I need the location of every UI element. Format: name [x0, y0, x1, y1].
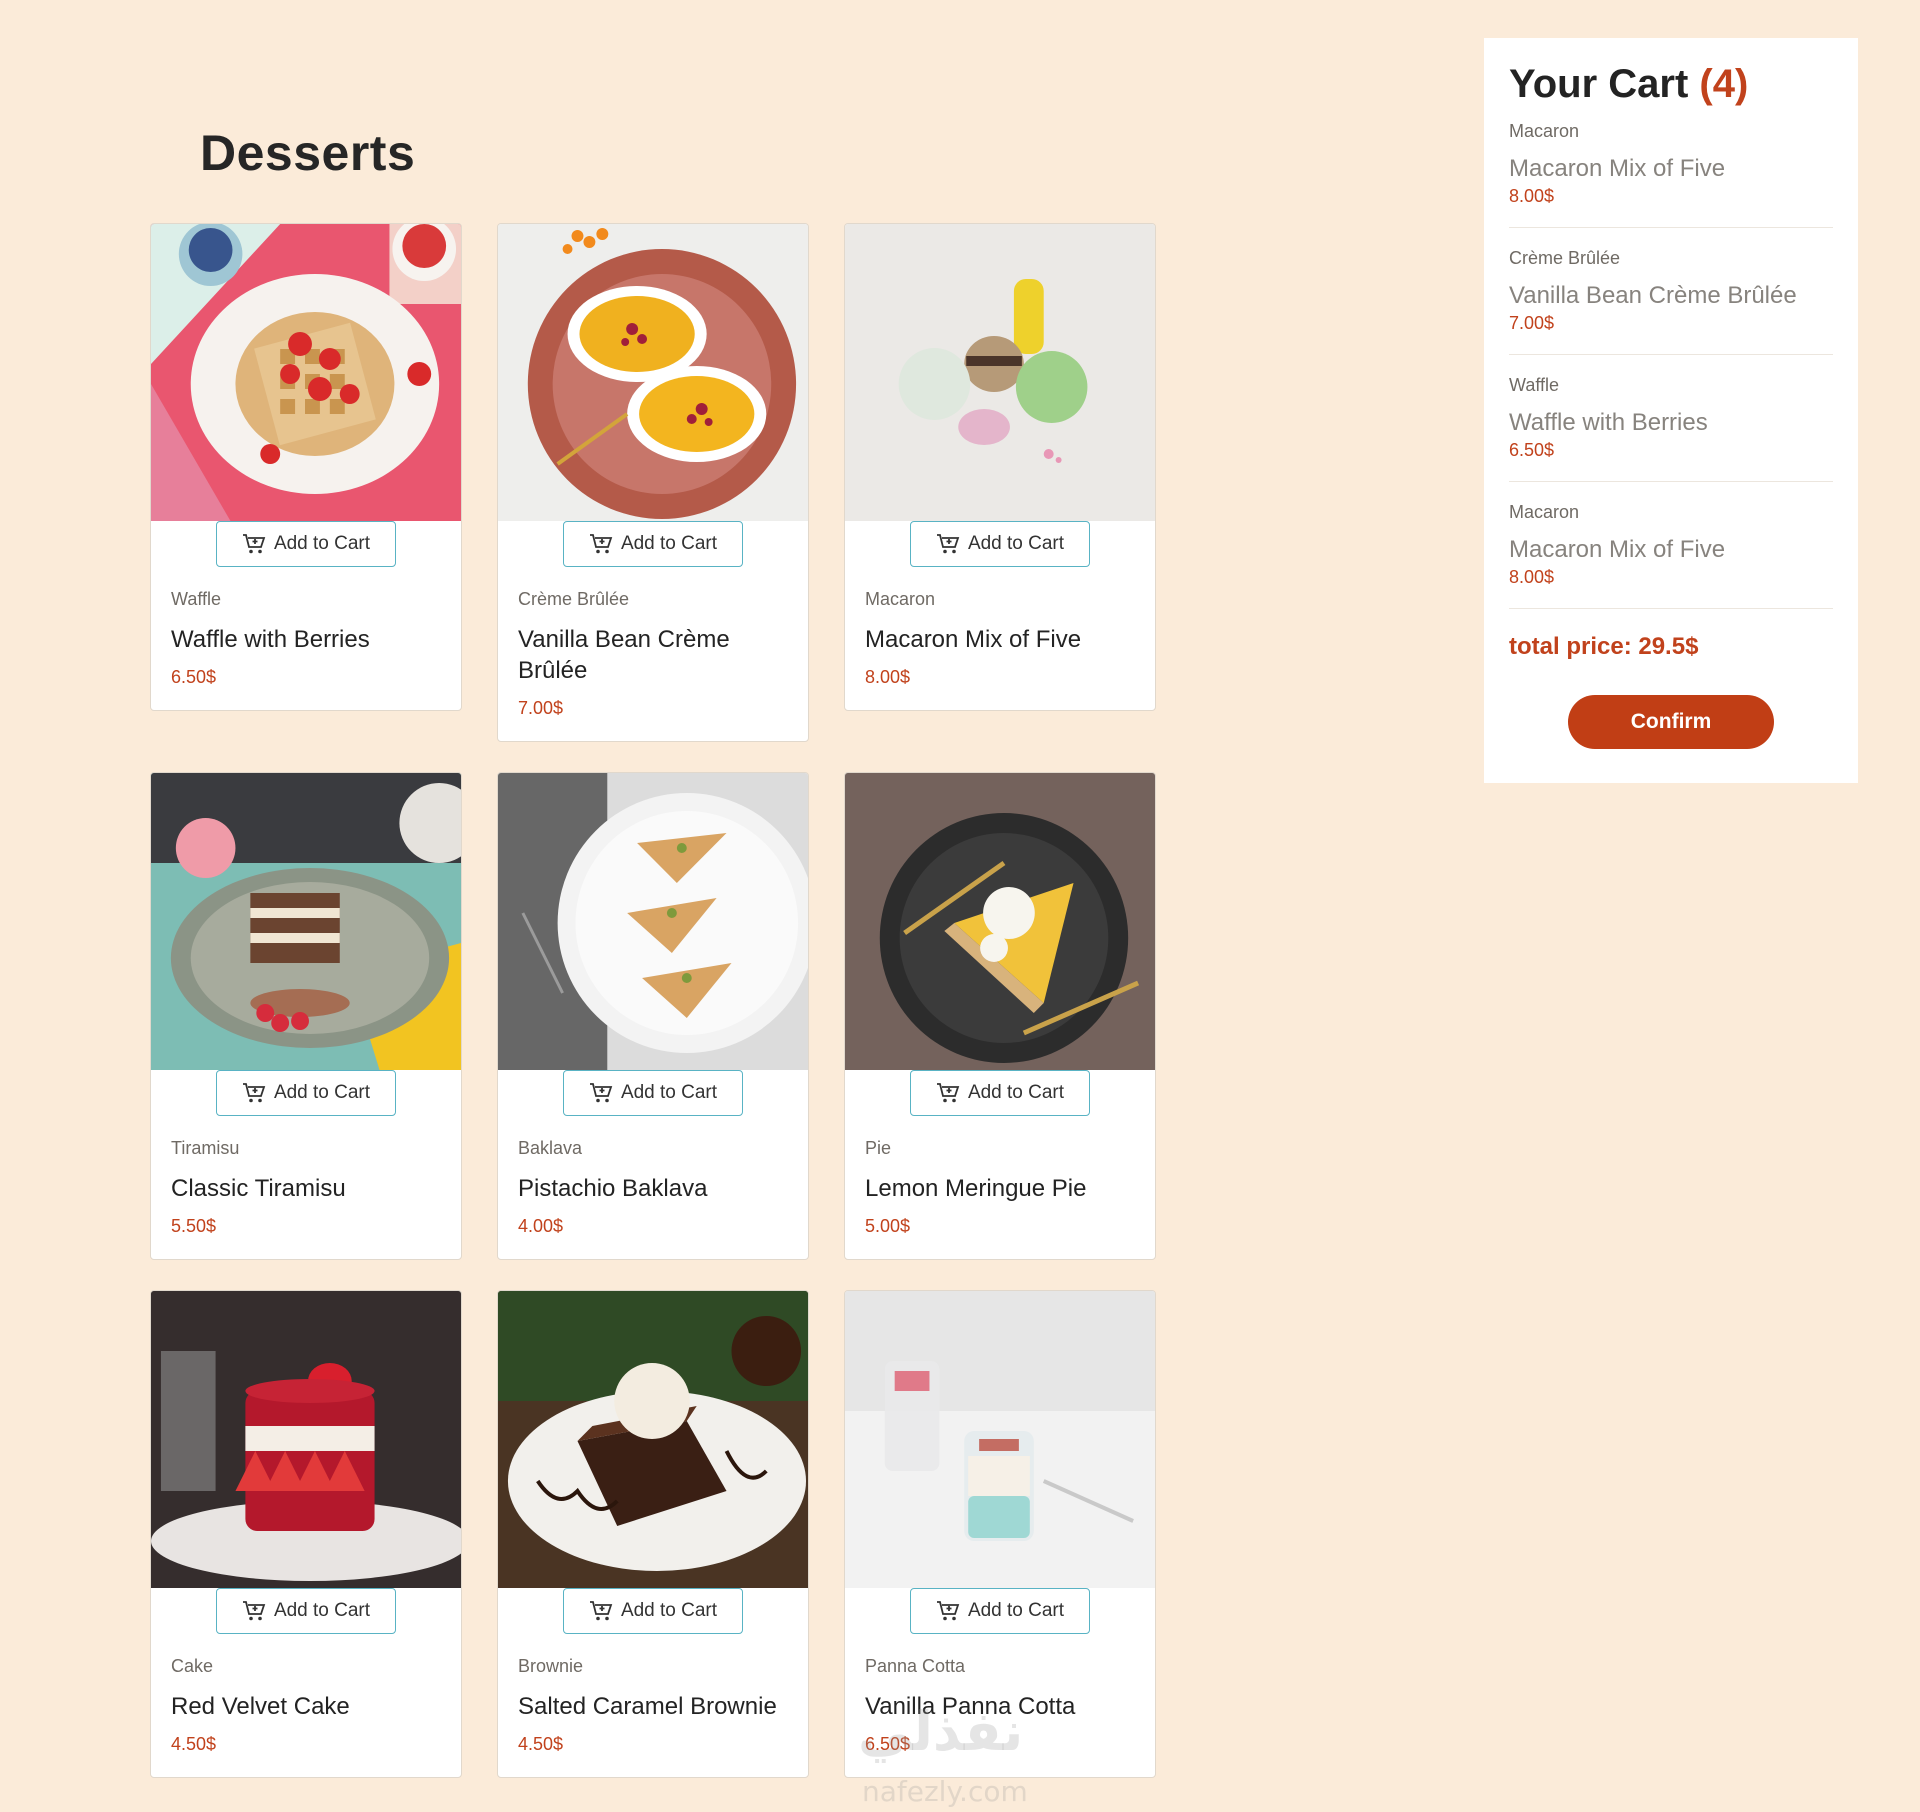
product-category: Macaron	[865, 589, 936, 609]
cart-plus-icon	[936, 1083, 960, 1103]
product-price: 5.00$	[865, 1216, 911, 1236]
add-to-cart-button[interactable]: Add to Cart	[563, 1588, 743, 1634]
product-category: Panna Cotta	[865, 1656, 966, 1676]
panna-cotta-photo	[845, 1291, 1155, 1588]
product-price: 4.50$	[171, 1734, 217, 1754]
page-title: Desserts	[200, 125, 416, 181]
product-category: Baklava	[518, 1138, 583, 1158]
product-name: Salted Caramel Brownie	[518, 1693, 777, 1720]
product-name: Red Velvet Cake	[171, 1693, 350, 1720]
product-card: Add to Cart Baklava Pistachio Baklava 4.…	[497, 772, 809, 1260]
add-to-cart-label: Add to Cart	[620, 1600, 718, 1621]
add-to-cart-label: Add to Cart	[273, 1600, 371, 1621]
product-card: Add to Cart Crème Brûlée Vanilla Bean Cr…	[497, 223, 809, 742]
product-category: Pie	[865, 1138, 892, 1158]
product-price: 6.50$	[865, 1734, 911, 1754]
confirm-button[interactable]: Confirm	[1568, 695, 1774, 749]
product-name: Vanilla Panna Cotta	[865, 1693, 1076, 1720]
product-grid: Add to Cart Waffle Waffle with Berries 6…	[150, 223, 1160, 1778]
cart-plus-icon	[242, 1601, 266, 1621]
cart-total: total price: 29.5$	[1509, 633, 1699, 660]
add-to-cart-button[interactable]: Add to Cart	[563, 521, 743, 567]
cart-plus-icon	[589, 534, 613, 554]
add-to-cart-button[interactable]: Add to Cart	[910, 1588, 1090, 1634]
cart-title: Your Cart (4)	[1509, 62, 1833, 107]
product-category: Crème Brûlée	[518, 589, 630, 609]
cake-photo	[151, 1291, 461, 1588]
cart-item: Waffle Waffle with Berries 6.50$	[1509, 371, 1833, 482]
product-card: Add to Cart Pie Lemon Meringue Pie 5.00$	[844, 772, 1156, 1260]
cart-item-price: 6.50$	[1509, 440, 1555, 460]
product-price: 8.00$	[865, 667, 911, 687]
product-price: 5.50$	[171, 1216, 217, 1236]
add-to-cart-label: Add to Cart	[967, 1082, 1065, 1103]
product-card: Add to Cart Macaron Macaron Mix of Five …	[844, 223, 1156, 711]
product-price: 7.00$	[518, 698, 564, 718]
cart-plus-icon	[936, 534, 960, 554]
cart-plus-icon	[242, 1083, 266, 1103]
product-price: 6.50$	[171, 667, 217, 687]
cart-plus-icon	[936, 1601, 960, 1621]
product-category: Brownie	[518, 1656, 584, 1676]
cart-item: Crème Brûlée Vanilla Bean Crème Brûlée 7…	[1509, 244, 1833, 355]
product-price: 4.00$	[518, 1216, 564, 1236]
product-name: Classic Tiramisu	[171, 1175, 346, 1202]
cart-plus-icon	[242, 534, 266, 554]
cart-item-category: Waffle	[1509, 375, 1560, 395]
watermark-url: nafezly.com	[862, 1775, 1028, 1808]
pie-photo	[845, 773, 1155, 1070]
add-to-cart-button[interactable]: Add to Cart	[216, 521, 396, 567]
add-to-cart-button[interactable]: Add to Cart	[563, 1070, 743, 1116]
product-name: Pistachio Baklava	[518, 1175, 708, 1202]
cart-item-category: Crème Brûlée	[1509, 248, 1621, 268]
product-card: Add to Cart Waffle Waffle with Berries 6…	[150, 223, 462, 711]
macaron-photo	[845, 224, 1155, 521]
cart-title-text: Your Cart	[1509, 62, 1689, 106]
add-to-cart-button[interactable]: Add to Cart	[216, 1588, 396, 1634]
product-card: Add to Cart Panna Cotta Vanilla Panna Co…	[844, 1290, 1156, 1778]
product-name: Vanilla Bean Crème Brûlée	[518, 626, 730, 684]
cart-item-price: 8.00$	[1509, 186, 1555, 206]
cart-item-category: Macaron	[1509, 502, 1580, 522]
cart-plus-icon	[589, 1083, 613, 1103]
add-to-cart-label: Add to Cart	[967, 533, 1065, 554]
add-to-cart-button[interactable]: Add to Cart	[216, 1070, 396, 1116]
product-category: Cake	[171, 1656, 214, 1676]
add-to-cart-label: Add to Cart	[620, 533, 718, 554]
add-to-cart-label: Add to Cart	[273, 1082, 371, 1103]
cart-item-price: 7.00$	[1509, 313, 1555, 333]
cart-item-name: Vanilla Bean Crème Brûlée	[1509, 282, 1797, 309]
product-name: Lemon Meringue Pie	[865, 1175, 1087, 1202]
cart-item-name: Macaron Mix of Five	[1509, 536, 1726, 563]
add-to-cart-button[interactable]: Add to Cart	[910, 521, 1090, 567]
product-price: 4.50$	[518, 1734, 564, 1754]
product-card: Add to Cart Cake Red Velvet Cake 4.50$	[150, 1290, 462, 1778]
cart-plus-icon	[589, 1601, 613, 1621]
add-to-cart-label: Add to Cart	[967, 1600, 1065, 1621]
tiramisu-photo	[151, 773, 461, 1070]
cart-item: Macaron Macaron Mix of Five 8.00$	[1509, 498, 1833, 609]
product-name: Waffle with Berries	[171, 626, 370, 653]
creme-brulee-photo	[498, 224, 808, 521]
cart-item-name: Macaron Mix of Five	[1509, 155, 1726, 182]
product-name: Macaron Mix of Five	[865, 626, 1082, 653]
waffle-photo	[151, 224, 461, 521]
product-card: Add to Cart Brownie Salted Caramel Brown…	[497, 1290, 809, 1778]
cart-item-price: 8.00$	[1509, 567, 1555, 587]
baklava-photo	[498, 773, 808, 1070]
add-to-cart-label: Add to Cart	[620, 1082, 718, 1103]
cart-count: (4)	[1699, 62, 1749, 106]
product-category: Tiramisu	[171, 1138, 240, 1158]
cart-item: Macaron Macaron Mix of Five 8.00$	[1509, 117, 1833, 228]
cart-panel: Your Cart (4) Macaron Macaron Mix of Fiv…	[1484, 38, 1858, 783]
product-category: Waffle	[171, 589, 222, 609]
add-to-cart-label: Add to Cart	[273, 533, 371, 554]
cart-item-category: Macaron	[1509, 121, 1580, 141]
add-to-cart-button[interactable]: Add to Cart	[910, 1070, 1090, 1116]
product-card: Add to Cart Tiramisu Classic Tiramisu 5.…	[150, 772, 462, 1260]
cart-item-name: Waffle with Berries	[1509, 409, 1708, 436]
brownie-photo	[498, 1291, 808, 1588]
